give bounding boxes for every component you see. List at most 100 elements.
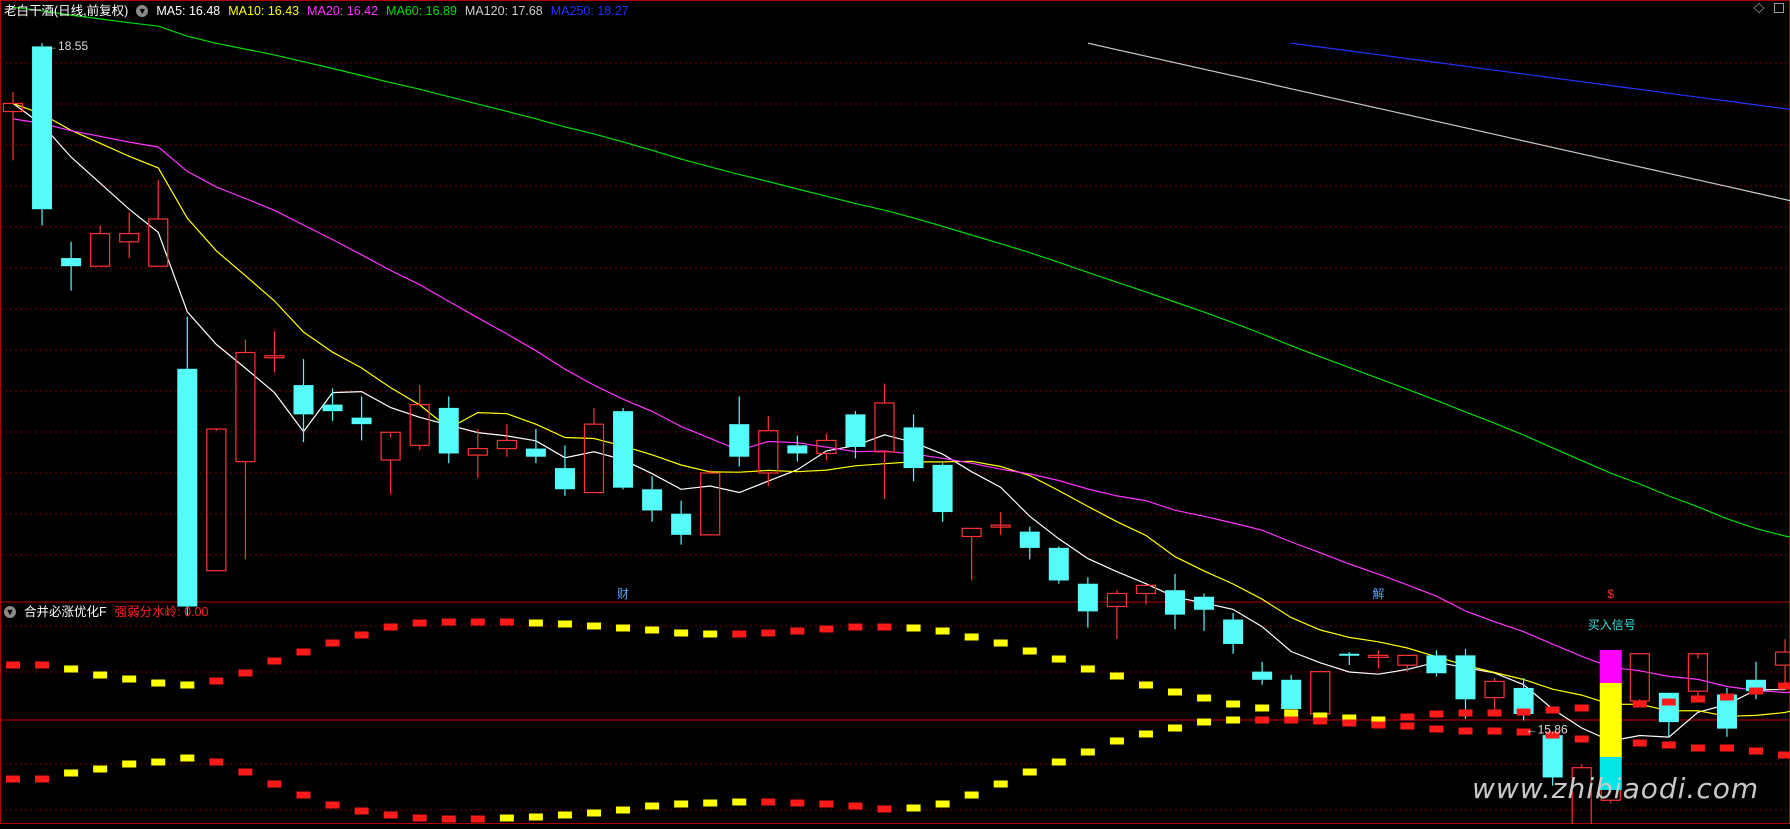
candle-body (1223, 620, 1243, 644)
candle-body (642, 489, 662, 510)
upper-bar (994, 640, 1008, 647)
candle-body (555, 468, 575, 489)
upper-bar (500, 619, 514, 626)
candle (1107, 590, 1126, 639)
candle (613, 408, 633, 489)
zoom-diamond-icon[interactable] (1754, 3, 1765, 14)
chevron-down-icon[interactable]: ▼ (136, 5, 148, 17)
lower-bar (209, 759, 223, 766)
candle-body (4, 103, 23, 111)
candle (642, 476, 662, 522)
lower-bar (878, 806, 892, 813)
lower-bar (1633, 740, 1647, 747)
lower-bar (64, 770, 78, 777)
lower-bar (1255, 717, 1269, 724)
candle-body (845, 414, 865, 447)
upper-bar (529, 620, 543, 627)
lower-bar (1778, 752, 1790, 759)
upper-bar (267, 658, 281, 665)
lower-bar (471, 816, 485, 823)
candle-body (1281, 680, 1301, 709)
upper-bar (1139, 682, 1153, 689)
upper-bar (848, 624, 862, 631)
candle-body (962, 528, 981, 536)
candle-body (120, 234, 139, 242)
lower-bar (848, 803, 862, 810)
upper-bar (471, 619, 485, 626)
candle (1194, 593, 1214, 630)
candle (32, 43, 52, 225)
chart-frame: ←18.55←15.86财解$买入信号 老白干酒(日线,前复权) ▼ MA5: … (0, 0, 1790, 824)
lower-bar (297, 792, 311, 799)
candle (1020, 527, 1040, 560)
upper-bar (1081, 666, 1095, 673)
upper-bar (1662, 699, 1676, 706)
maximize-icon[interactable] (1774, 3, 1784, 13)
lower-bar (1226, 717, 1240, 724)
lower-bar (1168, 725, 1182, 732)
lower-bar (384, 812, 398, 819)
lower-bar (122, 761, 136, 768)
upper-bar (558, 621, 572, 628)
lower-bar (1081, 749, 1095, 756)
candle-body (1311, 672, 1330, 714)
upper-bar (936, 628, 950, 635)
lower-bar (1052, 759, 1066, 766)
chevron-down-icon[interactable]: ▼ (4, 606, 16, 618)
upper-bar (1284, 710, 1298, 717)
upper-bar (878, 624, 892, 631)
upper-bar (151, 680, 165, 687)
candle-body (1020, 532, 1040, 548)
upper-bar (965, 634, 979, 641)
upper-bar (645, 627, 659, 634)
upper-bar (209, 678, 223, 685)
candle-body (1049, 548, 1069, 581)
upper-bar (93, 672, 107, 679)
upper-bar (442, 619, 456, 626)
candle (4, 92, 23, 160)
candle (381, 432, 400, 494)
upper-bar (1255, 705, 1269, 712)
candle (61, 242, 81, 291)
signal-segment-yellow (1600, 683, 1622, 757)
candle-body (468, 449, 487, 456)
upper-bar (1023, 648, 1037, 655)
candle (1252, 662, 1272, 685)
candle (352, 396, 372, 440)
candle (207, 429, 226, 571)
candle-body (1165, 590, 1185, 614)
lower-bar (238, 769, 252, 776)
lower-bar (413, 815, 427, 822)
candle (177, 317, 197, 617)
stock-title: 老白干酒(日线,前复权) (4, 3, 128, 19)
indicator-name[interactable]: 合并必涨优化F (24, 604, 107, 620)
candle-body (671, 514, 691, 535)
indicator-param: 强弱分水岭: 0.00 (115, 604, 209, 620)
ma-label: MA120: 17.68 (465, 3, 543, 19)
ma-line-ma10 (13, 103, 1790, 716)
candle-body (759, 431, 778, 473)
candle-body (1426, 655, 1446, 673)
upper-bar (35, 662, 49, 669)
lower-bar (645, 803, 659, 810)
candle-body (613, 411, 633, 488)
lower-bar (1284, 717, 1298, 724)
lower-bar (587, 810, 601, 817)
candle (1049, 546, 1069, 583)
upper-bar (6, 662, 20, 669)
lower-bar (965, 792, 979, 799)
lower-bar (1749, 748, 1763, 755)
candle-body (1485, 681, 1504, 697)
candle-body (177, 369, 197, 607)
candle-body (933, 465, 953, 512)
lower-bar (355, 808, 369, 815)
candle-body (526, 449, 546, 457)
upper-bar (180, 682, 194, 689)
lower-bar (1313, 718, 1327, 725)
upper-bar (1168, 689, 1182, 696)
ma-label: MA20: 16.42 (307, 3, 378, 19)
candle (701, 470, 720, 535)
lower-bar (267, 781, 281, 788)
candle-body (352, 418, 372, 425)
candle-body (1630, 654, 1649, 701)
